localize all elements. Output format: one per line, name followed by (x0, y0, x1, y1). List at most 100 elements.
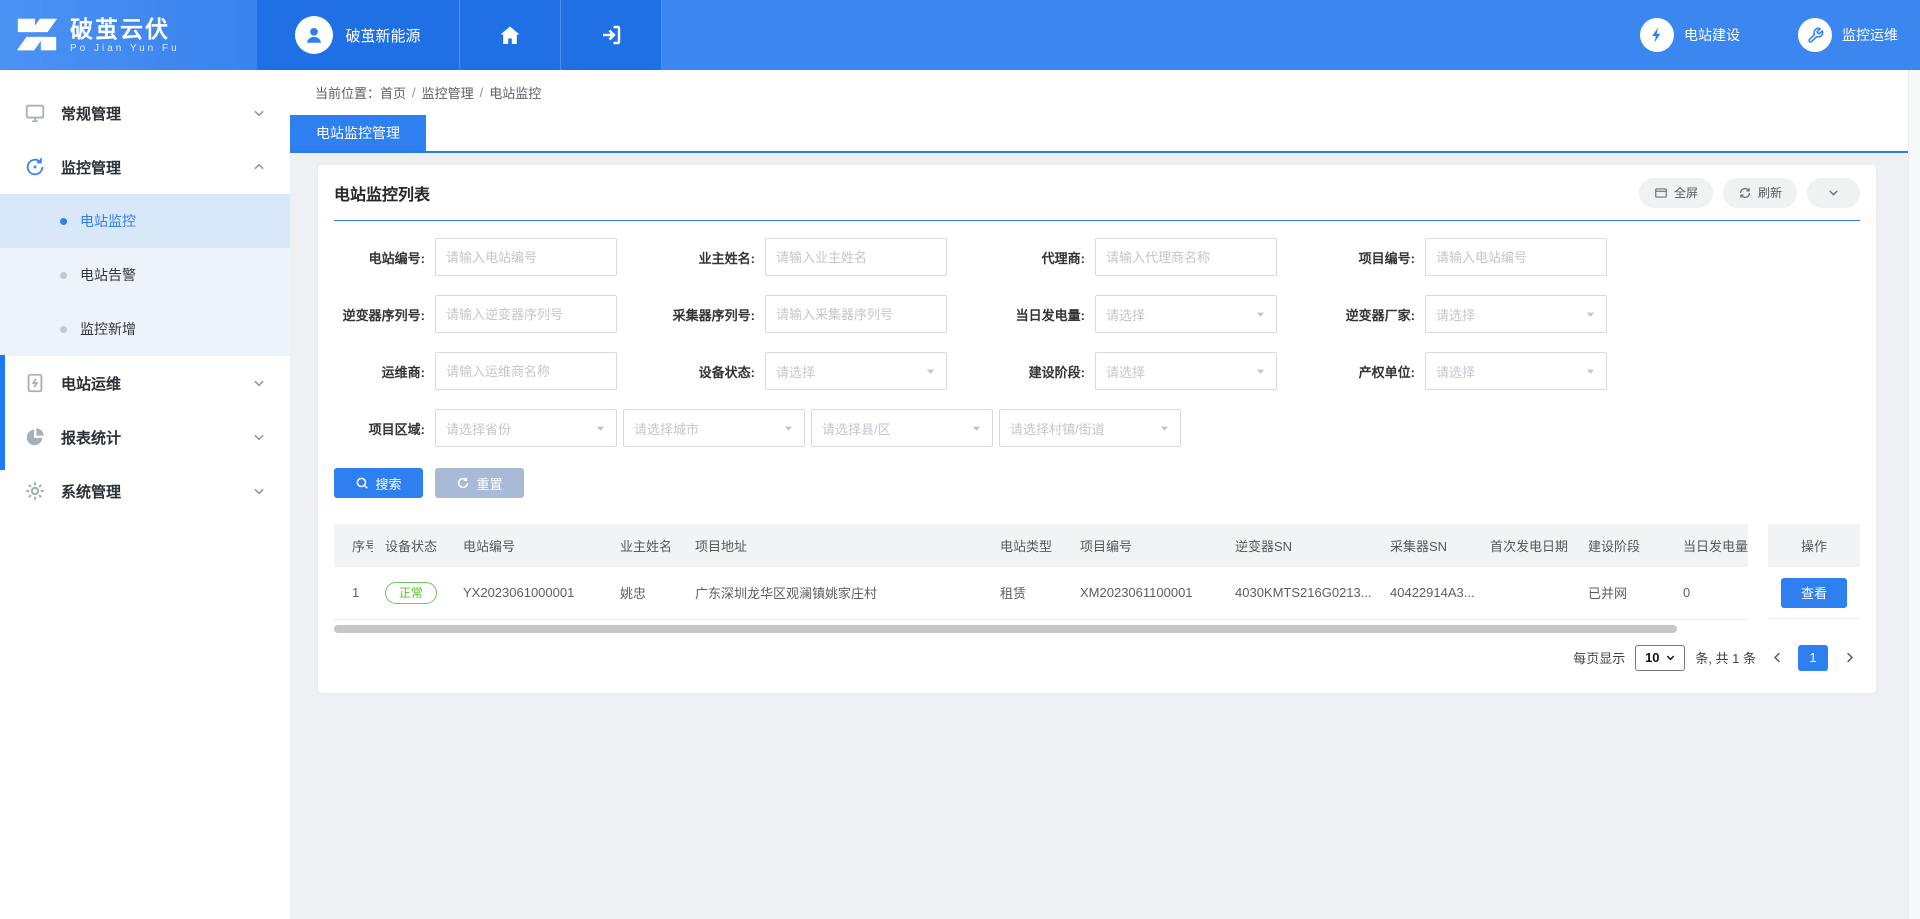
per-page-select[interactable]: 10 (1635, 645, 1685, 671)
collector-sn-input[interactable] (765, 295, 947, 333)
refresh-label: 刷新 (1758, 184, 1782, 201)
page-scrollbar-track[interactable] (1908, 70, 1920, 919)
field-label: 项目编号: (1324, 248, 1425, 267)
tab-station-monitor-mgmt[interactable]: 电站监控管理 (290, 115, 426, 151)
logo-text: 破茧云伏 Po Jian Yun Fu (70, 17, 180, 54)
next-page-button[interactable] (1838, 645, 1860, 671)
col-header-daily-generation: 当日发电量 (1671, 524, 1748, 567)
station-no-input[interactable] (435, 238, 617, 276)
sidebar-item-label: 系统管理 (61, 481, 121, 502)
table-row[interactable]: 1 正常 YX2023061000001 姚忠 广东深圳龙华区观澜镇姚家庄村 租… (334, 567, 1748, 619)
field-inverter-sn: 逆变器序列号: (334, 295, 664, 333)
sidebar-item-station-monitor[interactable]: 电站监控 (0, 194, 290, 248)
chevron-down-icon (595, 423, 606, 434)
build-stage-select[interactable]: 请选择 (1095, 352, 1277, 390)
page-number-button[interactable]: 1 (1798, 645, 1828, 671)
device-status-select[interactable]: 请选择 (765, 352, 947, 390)
filter-row-2: 逆变器序列号: 采集器序列号: 当日发电量: 请选择 (334, 295, 1860, 333)
sidebar-item-reports[interactable]: 报表统计 (0, 410, 290, 464)
chevron-down-icon (925, 366, 936, 377)
home-button[interactable] (460, 0, 561, 70)
app-subtitle: Po Jian Yun Fu (70, 43, 180, 54)
reset-button[interactable]: 重置 (435, 468, 524, 498)
horizontal-scrollbar-thumb[interactable] (334, 625, 1677, 633)
inverter-vendor-select[interactable]: 请选择 (1425, 295, 1607, 333)
chevron-down-icon (252, 484, 266, 498)
breadcrumb: 当前位置： 首页 / 监控管理 / 电站监控 (290, 70, 1920, 115)
total-count-label: 条, 共 1 条 (1695, 648, 1756, 667)
daily-generation-select[interactable]: 请选择 (1095, 295, 1277, 333)
sidebar-item-label: 电站监控 (80, 211, 136, 231)
main-content: 当前位置： 首页 / 监控管理 / 电站监控 电站监控管理 电站监控列表 全屏 (290, 70, 1920, 919)
app-logo[interactable]: 破茧云伏 Po Jian Yun Fu (0, 0, 257, 70)
agent-input[interactable] (1095, 238, 1277, 276)
sidebar-item-general-mgmt[interactable]: 常规管理 (0, 86, 290, 140)
fullscreen-button[interactable]: 全屏 (1639, 178, 1713, 208)
refresh-button[interactable]: 刷新 (1723, 178, 1797, 208)
sidebar-scrollbar-thumb[interactable] (0, 355, 5, 470)
inverter-sn-input[interactable] (435, 295, 617, 333)
cell-inverter-sn: 4030KMTS216G0213... (1223, 567, 1378, 619)
sidebar-item-monitor-add[interactable]: 监控新增 (0, 302, 290, 356)
town-select[interactable]: 请选择村镇/街道 (999, 409, 1181, 447)
sidebar-item-label: 电站运维 (61, 373, 121, 394)
nav-station-construction[interactable]: 电站建设 (1640, 18, 1740, 52)
topbar-right-nav: 电站建设 监控运维 (1640, 0, 1898, 70)
county-select[interactable]: 请选择县/区 (811, 409, 993, 447)
search-button-label: 搜索 (375, 474, 401, 493)
monitor-mgmt-submenu: 电站监控 电站告警 监控新增 (0, 194, 290, 356)
horizontal-scrollbar[interactable] (334, 625, 1748, 633)
chevron-down-icon (971, 423, 982, 434)
logout-button[interactable] (561, 0, 662, 70)
field-label: 运维商: (334, 362, 435, 381)
avatar (295, 16, 333, 54)
field-label: 采集器序列号: (664, 305, 765, 324)
owner-name-input[interactable] (765, 238, 947, 276)
ops-vendor-input[interactable] (435, 352, 617, 390)
chevron-right-icon (1842, 650, 1857, 665)
province-select[interactable]: 请选择省份 (435, 409, 617, 447)
logout-icon (599, 23, 623, 47)
user-name: 破茧新能源 (345, 25, 420, 46)
chevron-down-icon (1255, 309, 1266, 320)
wrench-icon (1798, 18, 1832, 52)
breadcrumb-item-home[interactable]: 首页 (380, 83, 406, 102)
breadcrumb-item-station-monitor[interactable]: 电站监控 (489, 83, 541, 102)
search-button[interactable]: 搜索 (334, 468, 423, 498)
breadcrumb-item-monitor-mgmt[interactable]: 监控管理 (422, 83, 474, 102)
property-unit-select[interactable]: 请选择 (1425, 352, 1607, 390)
field-collector-sn: 采集器序列号: (664, 295, 994, 333)
tab-bar: 电站监控管理 (290, 115, 1920, 153)
sidebar-item-system-mgmt[interactable]: 系统管理 (0, 464, 290, 518)
city-select[interactable]: 请选择城市 (623, 409, 805, 447)
sidebar-item-station-alarm[interactable]: 电站告警 (0, 248, 290, 302)
field-label: 当日发电量: (994, 305, 1095, 324)
field-label: 设备状态: (664, 362, 765, 381)
lightning-icon (1640, 18, 1674, 52)
table-scroll-area[interactable]: 序号 设备状态 电站编号 业主姓名 项目地址 电站类型 项目编号 逆变器SN 采… (334, 524, 1748, 620)
cell-daily-generation: 0 (1671, 567, 1748, 619)
per-page-label: 每页显示 (1573, 648, 1625, 667)
nav-monitor-ops[interactable]: 监控运维 (1798, 18, 1898, 52)
user-menu[interactable]: 破茧新能源 (257, 0, 460, 70)
prev-page-button[interactable] (1766, 645, 1788, 671)
sidebar-item-label: 电站告警 (80, 265, 136, 285)
select-placeholder: 请选择省份 (446, 419, 511, 438)
chevron-down-icon (252, 376, 266, 390)
col-header-index: 序号 (334, 524, 373, 567)
sidebar-item-station-ops[interactable]: 电站运维 (0, 356, 290, 410)
col-header-station-type: 电站类型 (988, 524, 1068, 567)
field-label: 业主姓名: (664, 248, 765, 267)
field-station-no: 电站编号: (334, 238, 664, 276)
filter-row-region: 项目区域: 请选择省份 请选择城市 请选择县/区 (334, 409, 1860, 447)
project-no-input[interactable] (1425, 238, 1607, 276)
chevron-down-icon (252, 430, 266, 444)
chevron-down-icon (1159, 423, 1170, 434)
collapse-button[interactable] (1807, 178, 1860, 208)
reset-icon (456, 476, 470, 490)
sidebar-item-monitor-mgmt[interactable]: 监控管理 (0, 140, 290, 194)
view-button[interactable]: 查看 (1781, 578, 1847, 608)
panel-header: 电站监控列表 全屏 刷新 (334, 165, 1860, 221)
cell-index: 1 (334, 567, 373, 619)
monitor-icon (24, 102, 46, 124)
